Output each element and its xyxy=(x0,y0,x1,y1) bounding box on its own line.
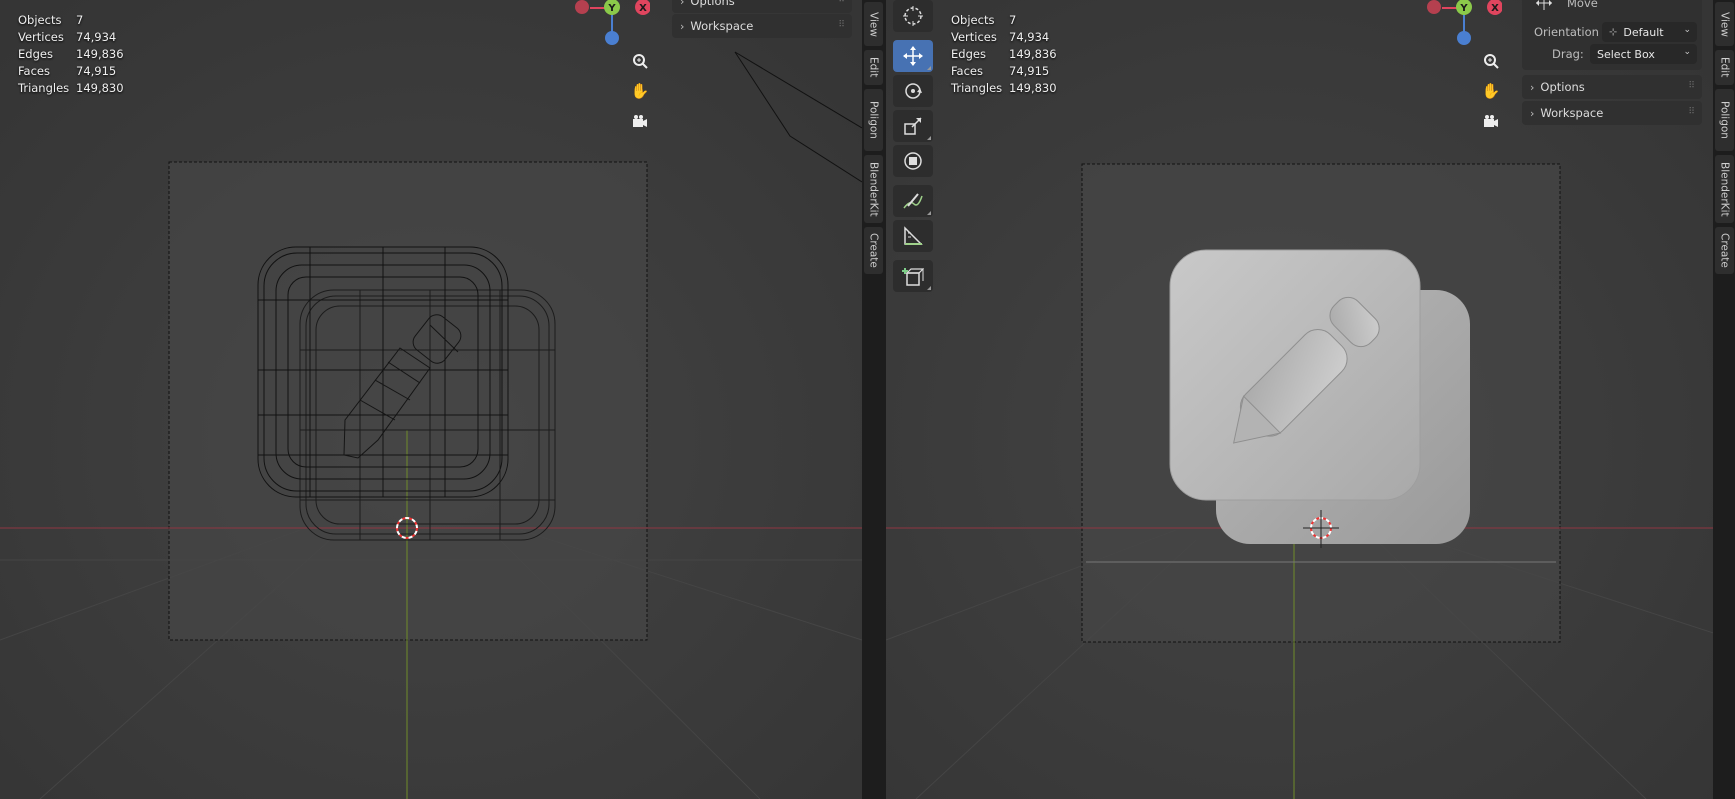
move-icon[interactable] xyxy=(893,40,933,72)
drag-value: Select Box xyxy=(1597,47,1655,61)
cursor-icon[interactable] xyxy=(893,0,933,32)
add-cube-icon[interactable] xyxy=(893,260,933,292)
scale-icon[interactable] xyxy=(893,110,933,142)
transform-icon[interactable] xyxy=(893,145,933,177)
measure-icon[interactable] xyxy=(893,220,933,252)
sidebar-tabs-right: View Edit Poligon BlenderKit Create xyxy=(1713,0,1735,799)
stat-value: 149,830 xyxy=(1009,81,1057,95)
chevron-right-icon: › xyxy=(680,0,685,8)
zoom-icon[interactable] xyxy=(627,48,653,74)
options-label: Options xyxy=(1540,80,1585,94)
stat-value: 7 xyxy=(76,13,84,27)
sidebar-tabs-left: View Edit Poligon BlenderKit Create xyxy=(862,0,884,799)
tab-view[interactable]: View xyxy=(864,2,883,46)
axis-gizmo[interactable]: Y X xyxy=(1422,0,1503,48)
options-panel-header[interactable]: › Options ⠿ xyxy=(1522,75,1702,99)
z-axis-handle xyxy=(605,31,619,45)
orientation-value: Default xyxy=(1623,25,1664,39)
chevron-right-icon: › xyxy=(1530,80,1535,94)
annotate-icon[interactable] xyxy=(893,185,933,217)
tool-settings-panel: Move Orientation ⊹ Default ⌄ Drag: Selec… xyxy=(1522,0,1702,125)
stat-label: Objects xyxy=(18,13,62,27)
tab-create[interactable]: Create xyxy=(1715,227,1734,274)
tab-blenderkit[interactable]: BlenderKit xyxy=(1715,155,1734,223)
stat-label: Edges xyxy=(951,47,986,61)
tab-view[interactable]: View xyxy=(1715,2,1734,46)
grip-icon[interactable]: ⠿ xyxy=(1688,107,1695,117)
neg-x-handle xyxy=(575,0,589,14)
workspace-label: Workspace xyxy=(1540,106,1604,120)
stat-label: Faces xyxy=(18,64,50,78)
stat-label: Triangles xyxy=(951,81,1003,95)
stat-value: 149,836 xyxy=(76,47,124,61)
drag-label: Drag: xyxy=(1552,47,1584,61)
camera-icon[interactable] xyxy=(1478,108,1504,134)
drag-dropdown[interactable]: Select Box ⌄ xyxy=(1590,44,1697,64)
camera-icon[interactable] xyxy=(627,108,653,134)
options-label: Options xyxy=(690,0,735,8)
tab-create[interactable]: Create xyxy=(864,227,883,274)
grip-icon[interactable]: ⠿ xyxy=(838,0,845,5)
stat-label: Objects xyxy=(951,13,995,27)
axis-gizmo[interactable]: Y X xyxy=(570,0,651,48)
scene-statistics: Objects 7 Vertices 74,934 Edges 149,836 Fac… xyxy=(951,12,1057,97)
chevron-down-icon: ⌄ xyxy=(1683,47,1691,57)
z-axis-handle xyxy=(1457,31,1471,45)
tab-poligon[interactable]: Poligon xyxy=(1715,89,1734,151)
workspace-panel-header[interactable]: › Workspace ⠿ xyxy=(672,14,852,38)
tab-edit[interactable]: Edit xyxy=(864,50,883,85)
stat-label: Vertices xyxy=(951,30,997,44)
active-tool-name: Move xyxy=(1567,0,1598,10)
viewport-wireframe[interactable]: Objects 7 Vertices 74,934 Edges 149,836 Fac… xyxy=(0,0,862,799)
stat-value: 74,915 xyxy=(76,64,117,78)
stat-value: 7 xyxy=(1009,13,1017,27)
move-icon xyxy=(1534,0,1554,14)
grip-icon[interactable]: ⠿ xyxy=(838,20,845,30)
chevron-right-icon: › xyxy=(680,19,685,33)
stat-label: Edges xyxy=(18,47,53,61)
stat-value: 149,836 xyxy=(1009,47,1057,61)
rotate-icon[interactable] xyxy=(893,75,933,107)
grip-icon[interactable]: ⠿ xyxy=(1688,81,1695,91)
options-panel-header[interactable]: › Options ⠿ xyxy=(672,0,852,13)
stat-label: Faces xyxy=(951,64,983,78)
orientation-label: Orientation xyxy=(1534,25,1599,39)
stat-value: 74,934 xyxy=(76,30,117,44)
stat-value: 74,915 xyxy=(1009,64,1050,78)
tab-edit[interactable]: Edit xyxy=(1715,50,1734,85)
neg-x-handle xyxy=(1427,0,1441,14)
zoom-icon[interactable] xyxy=(1478,48,1504,74)
chevron-right-icon: › xyxy=(1530,106,1535,120)
chevron-down-icon: ⌄ xyxy=(1683,25,1691,35)
workspace-panel-header[interactable]: › Workspace ⠿ xyxy=(1522,101,1702,125)
tab-poligon[interactable]: Poligon xyxy=(864,89,883,151)
tab-blenderkit[interactable]: BlenderKit xyxy=(864,155,883,223)
orientation-dropdown[interactable]: ⊹ Default ⌄ xyxy=(1602,22,1697,42)
stat-label: Triangles xyxy=(18,81,70,95)
svg-text:X: X xyxy=(639,3,647,14)
stat-value: 149,830 xyxy=(76,81,124,95)
svg-text:X: X xyxy=(1491,3,1499,14)
svg-text:Y: Y xyxy=(1459,3,1468,14)
stat-value: 74,934 xyxy=(1009,30,1050,44)
hand-pan-icon[interactable]: ✋ xyxy=(627,78,653,104)
stat-label: Vertices xyxy=(18,30,64,44)
workspace-label: Workspace xyxy=(690,19,754,33)
wireframe-scene xyxy=(0,0,862,799)
svg-text:Y: Y xyxy=(607,3,616,14)
scene-statistics: Objects 7 Vertices 74,934 Edges 149,836 Fac… xyxy=(18,12,124,97)
orientation-icon: ⊹ xyxy=(1609,26,1618,38)
hand-pan-icon[interactable]: ✋ xyxy=(1478,78,1504,104)
